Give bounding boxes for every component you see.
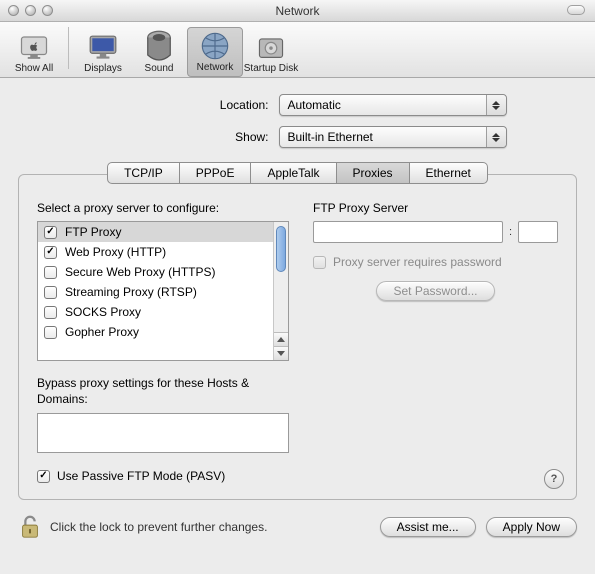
disk-icon: [256, 33, 286, 61]
set-password-wrap: Set Password...: [313, 281, 558, 301]
proxy-item-http[interactable]: Web Proxy (HTTP): [38, 242, 288, 262]
proxy-item-label: Gopher Proxy: [65, 325, 139, 339]
bypass-label: Bypass proxy settings for these Hosts & …: [37, 375, 289, 407]
toolbar-label: Startup Disk: [244, 63, 298, 74]
pasv-label: Use Passive FTP Mode (PASV): [57, 469, 225, 483]
apply-now-button[interactable]: Apply Now: [486, 517, 577, 537]
requires-auth-row: Proxy server requires password: [313, 255, 558, 269]
proxy-item-label: FTP Proxy: [65, 225, 121, 239]
location-row: Location: Automatic: [0, 94, 595, 116]
location-value: Automatic: [288, 98, 341, 112]
body: Location: Automatic Show: Built-in Ether…: [0, 78, 595, 540]
toolbar-show-all[interactable]: Show All: [6, 27, 62, 77]
bypass-input[interactable]: [37, 413, 289, 453]
assist-me-button[interactable]: Assist me...: [380, 517, 476, 537]
checkbox-icon[interactable]: [44, 226, 57, 239]
toolbar-toggle-button[interactable]: [567, 5, 585, 15]
zoom-icon[interactable]: [42, 5, 53, 16]
toolbar-separator: [68, 27, 69, 69]
left-column: Select a proxy server to configure: FTP …: [37, 201, 289, 483]
tabs: TCP/IP PPPoE AppleTalk Proxies Ethernet: [0, 162, 595, 184]
requires-auth-checkbox[interactable]: [313, 256, 326, 269]
checkbox-icon[interactable]: [44, 306, 57, 319]
lock-text: Click the lock to prevent further change…: [50, 520, 372, 534]
scroll-down-icon[interactable]: [274, 346, 288, 360]
minimize-icon[interactable]: [25, 5, 36, 16]
proxy-item-gopher[interactable]: Gopher Proxy: [38, 322, 288, 342]
toolbar-label: Displays: [84, 63, 122, 74]
proxy-item-label: Streaming Proxy (RTSP): [65, 285, 197, 299]
close-icon[interactable]: [8, 5, 19, 16]
tab-appletalk[interactable]: AppleTalk: [251, 162, 336, 184]
toolbar: Show All Displays Sound Network Startup …: [0, 22, 595, 78]
pasv-checkbox[interactable]: [37, 470, 50, 483]
server-port-input[interactable]: [518, 221, 558, 243]
scroll-thumb[interactable]: [276, 226, 286, 272]
toolbar-startup-disk[interactable]: Startup Disk: [243, 27, 299, 77]
select-proxy-label: Select a proxy server to configure:: [37, 201, 289, 215]
show-value: Built-in Ethernet: [288, 130, 373, 144]
checkbox-icon[interactable]: [44, 246, 57, 259]
display-icon: [88, 33, 118, 61]
popup-arrows-icon: [486, 127, 506, 147]
proxy-listbox[interactable]: FTP Proxy Web Proxy (HTTP) Secure Web Pr…: [37, 221, 289, 361]
proxy-item-label: SOCKS Proxy: [65, 305, 141, 319]
titlebar: Network: [0, 0, 595, 22]
proxy-item-https[interactable]: Secure Web Proxy (HTTPS): [38, 262, 288, 282]
pasv-row: Use Passive FTP Mode (PASV): [37, 469, 289, 483]
speaker-icon: [144, 33, 174, 61]
lock-icon[interactable]: [18, 514, 42, 540]
scrollbar[interactable]: [273, 222, 288, 360]
server-row: :: [313, 221, 558, 243]
show-row: Show: Built-in Ethernet: [0, 126, 595, 148]
proxy-item-socks[interactable]: SOCKS Proxy: [38, 302, 288, 322]
tab-tcpip[interactable]: TCP/IP: [107, 162, 180, 184]
checkbox-icon[interactable]: [44, 326, 57, 339]
set-password-button[interactable]: Set Password...: [376, 281, 494, 301]
traffic-lights: [0, 5, 53, 16]
footer: Click the lock to prevent further change…: [0, 500, 595, 540]
port-separator: :: [509, 226, 512, 238]
proxy-item-label: Web Proxy (HTTP): [65, 245, 166, 259]
help-button[interactable]: ?: [544, 469, 564, 489]
right-column: FTP Proxy Server : Proxy server requires…: [313, 201, 558, 483]
scroll-up-icon[interactable]: [274, 332, 288, 346]
window-title: Network: [0, 4, 595, 18]
tab-proxies[interactable]: Proxies: [337, 162, 410, 184]
requires-auth-label: Proxy server requires password: [333, 255, 502, 269]
proxy-item-ftp[interactable]: FTP Proxy: [38, 222, 288, 242]
toolbar-label: Sound: [145, 63, 174, 74]
apple-icon: [19, 33, 49, 61]
proxies-panel: Select a proxy server to configure: FTP …: [18, 174, 577, 500]
toolbar-label: Show All: [15, 63, 53, 74]
checkbox-icon[interactable]: [44, 286, 57, 299]
footer-buttons: Assist me... Apply Now: [380, 517, 577, 537]
server-title: FTP Proxy Server: [313, 201, 558, 215]
toolbar-sound[interactable]: Sound: [131, 27, 187, 77]
checkbox-icon[interactable]: [44, 266, 57, 279]
toolbar-displays[interactable]: Displays: [75, 27, 131, 77]
show-popup[interactable]: Built-in Ethernet: [279, 126, 507, 148]
proxy-item-label: Secure Web Proxy (HTTPS): [65, 265, 215, 279]
server-host-input[interactable]: [313, 221, 503, 243]
tab-pppoe[interactable]: PPPoE: [180, 162, 252, 184]
popup-arrows-icon: [486, 95, 506, 115]
tab-ethernet[interactable]: Ethernet: [410, 162, 488, 184]
toolbar-network[interactable]: Network: [187, 27, 243, 77]
proxy-item-rtsp[interactable]: Streaming Proxy (RTSP): [38, 282, 288, 302]
location-label: Location:: [89, 98, 269, 112]
globe-icon: [200, 32, 230, 60]
toolbar-label: Network: [197, 62, 234, 73]
location-popup[interactable]: Automatic: [279, 94, 507, 116]
show-label: Show:: [89, 130, 269, 144]
